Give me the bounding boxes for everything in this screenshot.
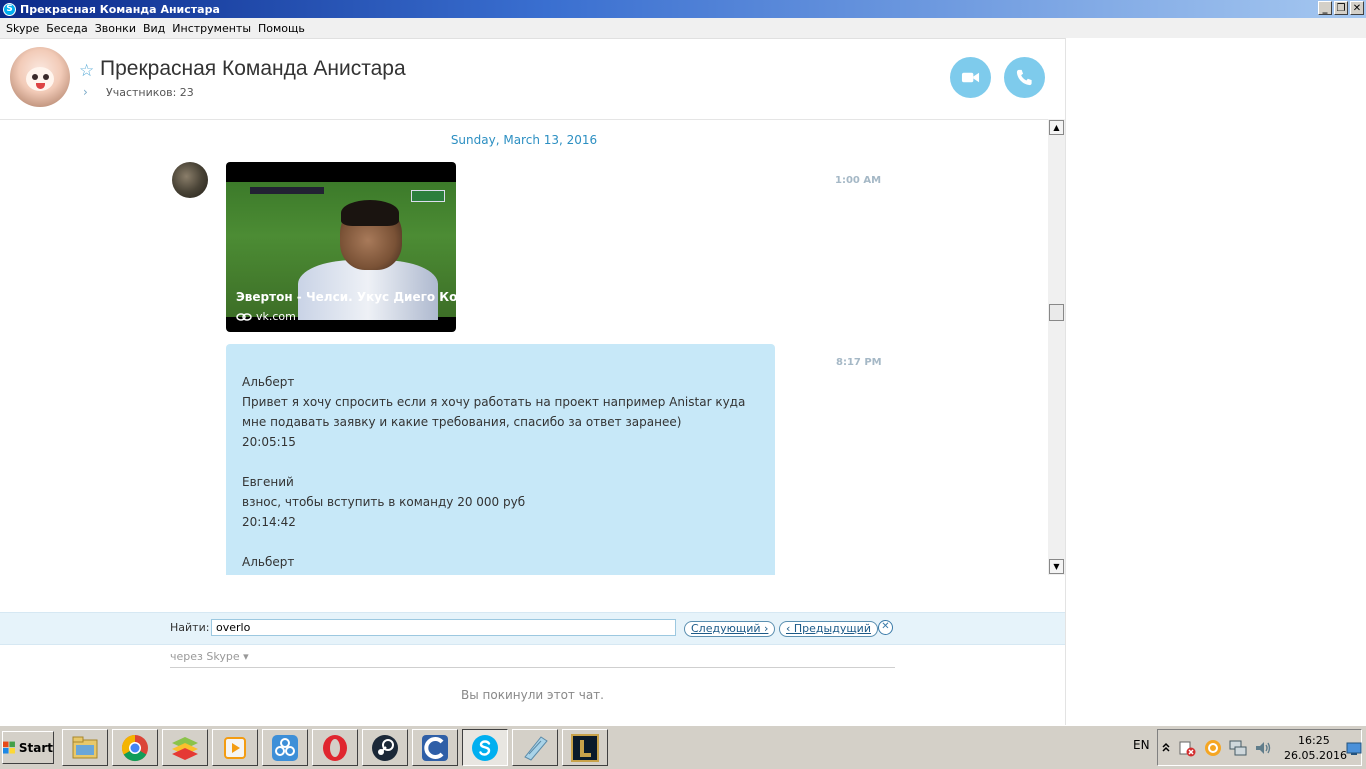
video-source-domain: vk.com [256,310,296,323]
skype-icon [472,734,498,761]
scroll-thumb[interactable] [1049,304,1064,321]
link-icon [236,312,252,321]
video-call-button[interactable] [950,57,991,98]
taskbar-opera[interactable] [312,729,358,766]
chrome-icon [121,734,148,761]
menu-skype[interactable]: Skype [6,22,39,35]
start-label: Start [18,740,53,755]
taskbar-notepad[interactable] [512,729,558,766]
left-chat-notice: Вы покинули этот чат. [461,688,604,702]
find-label: Найти: [170,621,210,634]
close-find-icon[interactable]: ✕ [878,620,893,635]
minimize-button[interactable]: _ [1318,1,1332,15]
taskbar-file-manager[interactable] [62,729,108,766]
taskbar-league-of-legends[interactable] [562,729,608,766]
taskbar-media-player[interactable] [212,729,258,766]
volume-icon[interactable] [1254,739,1272,757]
taskbar: Start EN 16:25 26.05.2016 [0,725,1366,769]
menu-bar: Skype Беседа Звонки Вид Инструменты Помо… [0,18,1366,39]
ccleaner-icon [422,734,448,761]
conversation-title: Прекрасная Команда Анистара [100,57,406,80]
via-skype-dropdown[interactable]: через Skype ▾ [170,650,249,663]
opera-icon [323,734,347,761]
video-link-card[interactable]: Эвертон - Челси. Укус Диего Ко... vk.com [226,162,456,332]
language-indicator[interactable]: EN [1133,738,1150,752]
menu-calls[interactable]: Звонки [95,22,136,35]
taskbar-bluestacks[interactable] [162,729,208,766]
divider [170,667,895,668]
audio-call-button[interactable] [1004,57,1045,98]
chat-scrollbar[interactable]: ▲ ▼ [1048,119,1065,575]
taskbar-chrome[interactable] [112,729,158,766]
message-time: 8:17 PM [836,357,882,368]
taskbar-network-app[interactable] [262,729,308,766]
taskbar-steam[interactable] [362,729,408,766]
media-player-icon [224,736,246,759]
menu-conversation[interactable]: Беседа [46,22,87,35]
message-text: Альберт Привет я хочу спросить если я хо… [242,375,746,569]
skype-app-icon: S [3,2,16,16]
notepad-icon [524,735,548,761]
steam-icon [372,734,398,761]
find-input[interactable] [211,619,676,636]
scroll-down-arrow[interactable]: ▼ [1049,559,1064,574]
chevron-right-icon[interactable]: › [83,85,88,99]
chat-history: Sunday, March 13, 2016 Эвертон - Челси. … [0,120,1048,575]
window-title: Прекрасная Команда Анистара [20,2,220,16]
message-time: 1:00 AM [835,175,882,186]
network-app-icon [272,734,298,761]
bluestacks-icon [172,736,198,760]
network-icon[interactable] [1229,739,1247,757]
window-controls: _ ❐ ✕ [1318,1,1364,15]
video-call-icon [961,72,980,83]
windows-logo-icon [3,741,15,754]
group-avatar[interactable] [10,47,70,107]
star-icon[interactable]: ☆ [79,61,94,81]
find-bar: Найти: Следующий › ‹ Предыдущий ✕ [0,612,1065,645]
scroll-up-arrow[interactable]: ▲ [1049,120,1064,135]
file-manager-icon [72,736,98,758]
menu-view[interactable]: Вид [143,22,165,35]
taskbar-ccleaner[interactable] [412,729,458,766]
find-previous-button[interactable]: ‹ Предыдущий [779,621,878,637]
message-bubble: Альберт Привет я хочу спросить если я хо… [226,344,775,575]
find-next-button[interactable]: Следующий › [684,621,776,637]
taskbar-skype[interactable] [462,729,508,766]
close-button[interactable]: ✕ [1350,1,1364,15]
action-center-icon[interactable] [1178,739,1196,757]
clock-time[interactable]: 16:25 [1298,734,1330,747]
date-separator: Sunday, March 13, 2016 [450,133,598,147]
menu-help[interactable]: Помощь [258,22,305,35]
antivirus-icon[interactable] [1204,739,1222,757]
start-button[interactable]: Start [2,731,54,764]
restore-button[interactable]: ❐ [1334,1,1348,15]
right-pane [1065,38,1366,725]
clock-date[interactable]: 26.05.2016 [1284,749,1347,762]
audio-call-icon [1016,69,1032,86]
participants-count[interactable]: Участников: 23 [106,86,194,99]
window-title-bar: S Прекрасная Команда Анистара _ ❐ ✕ [0,0,1366,18]
league-of-legends-icon [571,733,599,762]
video-source: vk.com [236,310,296,323]
menu-tools[interactable]: Инструменты [172,22,251,35]
sender-avatar[interactable] [172,162,208,198]
show-desktop-icon[interactable] [1346,742,1362,756]
tray-expand-icon[interactable] [1162,742,1170,752]
video-caption: Эвертон - Челси. Укус Диего Ко... [236,290,456,304]
